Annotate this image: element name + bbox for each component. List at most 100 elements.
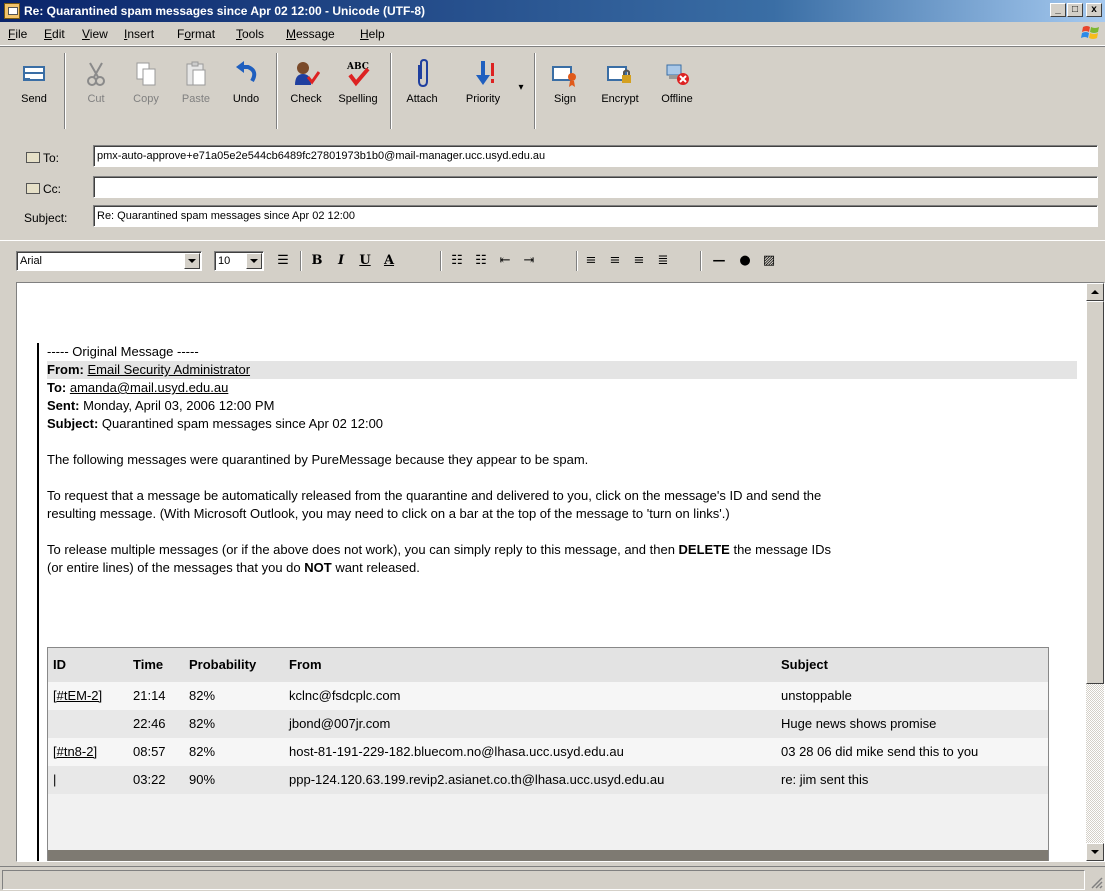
toolbar-separator xyxy=(390,53,392,129)
paragraph-style-icon[interactable]: ☰ xyxy=(274,252,292,270)
table-footer-bar xyxy=(48,850,1048,861)
paperclip-icon xyxy=(418,59,428,88)
cc-label[interactable]: Cc: xyxy=(26,182,61,196)
close-button[interactable]: x xyxy=(1086,3,1102,17)
insert-hyperlink-icon[interactable]: ● xyxy=(736,252,754,270)
numbered-list-icon[interactable]: ☷ xyxy=(448,252,466,270)
decrease-indent-icon[interactable]: ⇤ xyxy=(496,252,514,270)
to-line: To: amanda@mail.usyd.edu.au xyxy=(47,380,229,395)
vertical-scrollbar[interactable] xyxy=(1086,283,1104,861)
column-header-time: Time xyxy=(128,648,184,682)
message-header-fields: To: pmx-auto-approve+e71a05e2e544cb6489f… xyxy=(0,135,1105,230)
toolbar-separator xyxy=(440,251,442,271)
menu-edit[interactable]: Edit xyxy=(44,27,65,41)
message-id-link[interactable]: [#tn8-2] xyxy=(53,744,97,759)
sign-icon xyxy=(552,66,576,87)
scroll-up-button[interactable] xyxy=(1086,283,1104,301)
table-header-row: ID Time Probability From Subject xyxy=(48,648,1048,682)
toolbar-separator xyxy=(276,53,278,129)
request-paragraph: To request that a message be automatical… xyxy=(47,488,822,521)
increase-indent-icon[interactable]: ⇥ xyxy=(520,252,538,270)
encrypt-button[interactable]: Encrypt xyxy=(590,51,650,131)
copy-icon xyxy=(136,62,156,86)
menu-view[interactable]: View xyxy=(82,27,108,41)
font-color-button[interactable]: A xyxy=(380,252,398,270)
column-header-id: ID xyxy=(48,648,128,682)
column-header-subject: Subject xyxy=(776,648,1048,682)
standard-toolbar: Send Cut Copy Paste Undo Check ABC Spell… xyxy=(0,46,1105,132)
menu-message[interactable]: Message xyxy=(286,27,335,41)
paste-icon xyxy=(186,61,206,86)
table-row: [#tEM-2] 21:14 82% kclnc@fsdcplc.com uns… xyxy=(48,682,1048,710)
toolbar-separator xyxy=(700,251,702,271)
offline-icon xyxy=(666,64,689,85)
priority-dropdown-icon[interactable]: ▾ xyxy=(512,79,530,97)
column-header-from: From xyxy=(284,648,776,682)
to-field[interactable]: pmx-auto-approve+e71a05e2e544cb6489fc278… xyxy=(93,145,1098,167)
offline-button[interactable]: Offline xyxy=(650,51,704,131)
to-label[interactable]: To: xyxy=(26,151,59,165)
spelling-button[interactable]: ABC Spelling xyxy=(332,51,384,131)
bold-button[interactable]: B xyxy=(308,252,326,270)
menu-file[interactable]: File xyxy=(8,27,27,41)
status-bar xyxy=(0,866,1105,891)
cut-button[interactable]: Cut xyxy=(70,51,122,131)
subject-label: Subject: xyxy=(24,211,68,225)
menu-bar: File Edit View Insert Format Tools Messa… xyxy=(0,22,1105,46)
from-line: From: Email Security Administrator xyxy=(47,361,1077,379)
underline-button[interactable]: U xyxy=(356,252,374,270)
from-link[interactable]: Email Security Administrator xyxy=(87,362,250,377)
formatting-toolbar: Arial 10 ☰ B I U A ☷ ☷ ⇤ ⇥ ≡ ≡ ≡ ≣ — ● ▨ xyxy=(0,240,1105,280)
status-panel xyxy=(2,870,1085,890)
justify-icon[interactable]: ≣ xyxy=(654,252,672,270)
align-center-icon[interactable]: ≡ xyxy=(606,252,624,270)
table-row: | 03:22 90% ppp-124.120.63.199.revip2.as… xyxy=(48,766,1048,794)
minimize-button[interactable]: _ xyxy=(1050,3,1066,17)
insert-picture-icon[interactable]: ▨ xyxy=(760,252,778,270)
scrollbar-thumb[interactable] xyxy=(1086,301,1104,684)
attach-button[interactable]: Attach xyxy=(396,51,448,131)
menu-tools[interactable]: Tools xyxy=(236,27,264,41)
menu-insert[interactable]: Insert xyxy=(124,27,154,41)
scroll-down-button[interactable] xyxy=(1086,843,1104,861)
release-paragraph: To release multiple messages (or if the … xyxy=(47,542,831,575)
compose-message-icon xyxy=(4,3,20,19)
align-right-icon[interactable]: ≡ xyxy=(630,252,648,270)
undo-button[interactable]: Undo xyxy=(220,51,272,131)
send-icon xyxy=(23,66,45,81)
subject-field[interactable]: Re: Quarantined spam messages since Apr … xyxy=(93,205,1098,227)
toolbar-separator xyxy=(576,251,578,271)
sign-button[interactable]: Sign xyxy=(540,51,590,131)
check-names-button[interactable]: Check xyxy=(280,51,332,131)
undo-icon xyxy=(236,61,257,83)
menu-format[interactable]: Format xyxy=(177,27,215,41)
font-size-select[interactable]: 10 xyxy=(214,251,264,271)
bullet-list-icon[interactable]: ☷ xyxy=(472,252,490,270)
font-name-select[interactable]: Arial xyxy=(16,251,202,271)
address-book-icon xyxy=(26,152,40,163)
original-message-header: ----- Original Message ----- xyxy=(47,344,199,359)
chevron-down-icon[interactable] xyxy=(246,253,262,269)
chevron-down-icon[interactable] xyxy=(184,253,200,269)
align-left-icon[interactable]: ≡ xyxy=(582,252,600,270)
cc-field[interactable] xyxy=(93,176,1098,198)
resize-grip-icon[interactable] xyxy=(1089,875,1103,889)
check-names-icon xyxy=(295,62,320,85)
copy-button[interactable]: Copy xyxy=(120,51,172,131)
encrypt-icon xyxy=(607,66,631,83)
message-body-editor[interactable]: ----- Original Message ----- From: Email… xyxy=(16,282,1105,862)
menu-help[interactable]: Help xyxy=(360,27,385,41)
quarantine-table: ID Time Probability From Subject [#tEM-2… xyxy=(47,647,1049,861)
toolbar-separator xyxy=(534,53,536,129)
message-id-link[interactable]: [#tEM-2] xyxy=(53,688,102,703)
quoted-original-message: ----- Original Message ----- From: Email… xyxy=(37,343,1077,861)
toolbar-separator xyxy=(64,53,66,129)
paste-button[interactable]: Paste xyxy=(170,51,222,131)
priority-button[interactable]: Priority xyxy=(454,51,512,131)
italic-button[interactable]: I xyxy=(332,252,350,270)
to-email-link[interactable]: amanda@mail.usyd.edu.au xyxy=(70,380,228,395)
send-button[interactable]: Send xyxy=(8,51,60,131)
column-header-probability: Probability xyxy=(184,648,284,682)
horizontal-line-icon[interactable]: — xyxy=(710,252,728,270)
maximize-button[interactable]: □ xyxy=(1067,3,1083,17)
